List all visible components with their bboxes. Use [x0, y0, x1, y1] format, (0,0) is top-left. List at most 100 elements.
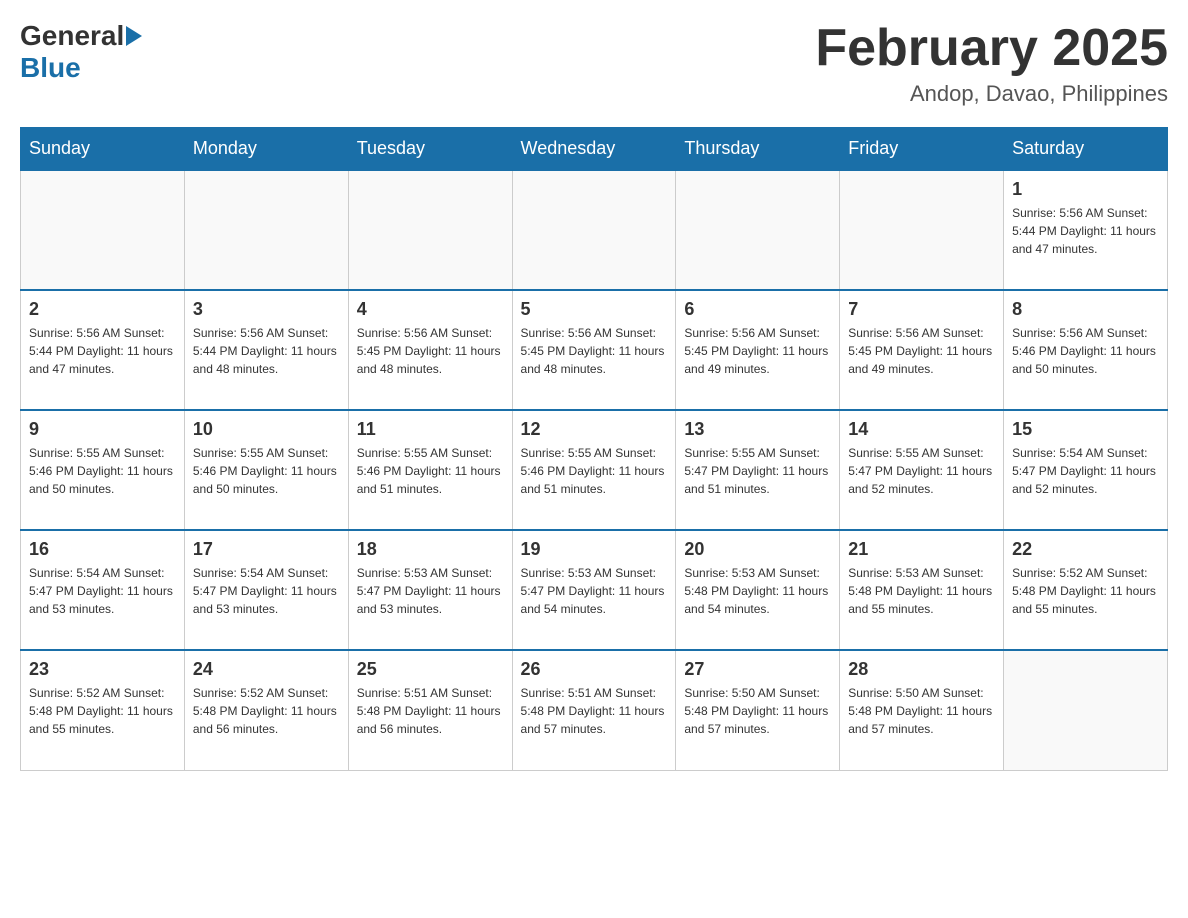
day-info: Sunrise: 5:56 AM Sunset: 5:44 PM Dayligh…: [29, 324, 176, 378]
calendar-cell: 11Sunrise: 5:55 AM Sunset: 5:46 PM Dayli…: [348, 410, 512, 530]
day-number: 2: [29, 299, 176, 320]
location-subtitle: Andop, Davao, Philippines: [815, 81, 1168, 107]
day-info: Sunrise: 5:54 AM Sunset: 5:47 PM Dayligh…: [29, 564, 176, 618]
header-row: SundayMondayTuesdayWednesdayThursdayFrid…: [21, 128, 1168, 171]
day-info: Sunrise: 5:53 AM Sunset: 5:47 PM Dayligh…: [521, 564, 668, 618]
calendar-cell: [676, 170, 840, 290]
day-of-week-header: Sunday: [21, 128, 185, 171]
day-number: 19: [521, 539, 668, 560]
day-number: 21: [848, 539, 995, 560]
day-number: 5: [521, 299, 668, 320]
day-number: 4: [357, 299, 504, 320]
page-header: General Blue February 2025 Andop, Davao,…: [20, 20, 1168, 107]
logo-general-text: General: [20, 20, 124, 52]
month-title: February 2025: [815, 20, 1168, 77]
day-number: 14: [848, 419, 995, 440]
week-row: 9 Sunrise: 5:55 AM Sunset: 5:46 PM Daylig…: [21, 410, 1168, 530]
day-info: Sunrise: 5:56 AM Sunset: 5:46 PM Dayligh…: [1012, 324, 1159, 378]
calendar-cell: 9 Sunrise: 5:55 AM Sunset: 5:46 PM Daylig…: [21, 410, 185, 530]
calendar-cell: 17 Sunrise: 5:54 AM Sunset: 5:47 PM Dayli…: [184, 530, 348, 650]
day-info: Sunrise: 5:53 AM Sunset: 5:47 PM Dayligh…: [357, 564, 504, 618]
day-info: Sunrise: 5:53 AM Sunset: 5:48 PM Dayligh…: [684, 564, 831, 618]
calendar-cell: 5 Sunrise: 5:56 AM Sunset: 5:45 PM Daylig…: [512, 290, 676, 410]
day-info: Sunrise: 5:52 AM Sunset: 5:48 PM Dayligh…: [1012, 564, 1159, 618]
day-info: Sunrise: 5:50 AM Sunset: 5:48 PM Dayligh…: [848, 684, 995, 738]
logo-blue-text: Blue: [20, 52, 81, 83]
calendar-cell: 15Sunrise: 5:54 AM Sunset: 5:47 PM Dayli…: [1004, 410, 1168, 530]
day-number: 7: [848, 299, 995, 320]
day-number: 24: [193, 659, 340, 680]
calendar-cell: 8 Sunrise: 5:56 AM Sunset: 5:46 PM Daylig…: [1004, 290, 1168, 410]
day-of-week-header: Monday: [184, 128, 348, 171]
day-info: Sunrise: 5:56 AM Sunset: 5:45 PM Dayligh…: [848, 324, 995, 378]
day-info: Sunrise: 5:52 AM Sunset: 5:48 PM Dayligh…: [29, 684, 176, 738]
day-of-week-header: Tuesday: [348, 128, 512, 171]
day-number: 12: [521, 419, 668, 440]
calendar-cell: 20 Sunrise: 5:53 AM Sunset: 5:48 PM Dayli…: [676, 530, 840, 650]
calendar-cell: 16Sunrise: 5:54 AM Sunset: 5:47 PM Dayli…: [21, 530, 185, 650]
day-info: Sunrise: 5:55 AM Sunset: 5:47 PM Dayligh…: [848, 444, 995, 498]
week-row: 23 Sunrise: 5:52 AM Sunset: 5:48 PM Dayli…: [21, 650, 1168, 770]
day-number: 11: [357, 419, 504, 440]
day-number: 28: [848, 659, 995, 680]
day-info: Sunrise: 5:54 AM Sunset: 5:47 PM Dayligh…: [193, 564, 340, 618]
day-info: Sunrise: 5:56 AM Sunset: 5:44 PM Dayligh…: [193, 324, 340, 378]
week-row: 1Sunrise: 5:56 AM Sunset: 5:44 PM Daylig…: [21, 170, 1168, 290]
week-row: 16Sunrise: 5:54 AM Sunset: 5:47 PM Dayli…: [21, 530, 1168, 650]
calendar-cell: [348, 170, 512, 290]
calendar-cell: 3 Sunrise: 5:56 AM Sunset: 5:44 PM Daylig…: [184, 290, 348, 410]
day-of-week-header: Saturday: [1004, 128, 1168, 171]
day-number: 23: [29, 659, 176, 680]
calendar-cell: 25 Sunrise: 5:51 AM Sunset: 5:48 PM Dayli…: [348, 650, 512, 770]
day-number: 22: [1012, 539, 1159, 560]
day-number: 6: [684, 299, 831, 320]
day-of-week-header: Wednesday: [512, 128, 676, 171]
calendar-cell: 6 Sunrise: 5:56 AM Sunset: 5:45 PM Daylig…: [676, 290, 840, 410]
day-info: Sunrise: 5:56 AM Sunset: 5:45 PM Dayligh…: [357, 324, 504, 378]
calendar-cell: 21 Sunrise: 5:53 AM Sunset: 5:48 PM Dayli…: [840, 530, 1004, 650]
day-info: Sunrise: 5:56 AM Sunset: 5:45 PM Dayligh…: [684, 324, 831, 378]
day-info: Sunrise: 5:55 AM Sunset: 5:46 PM Dayligh…: [29, 444, 176, 498]
day-number: 8: [1012, 299, 1159, 320]
day-of-week-header: Friday: [840, 128, 1004, 171]
day-info: Sunrise: 5:56 AM Sunset: 5:45 PM Dayligh…: [521, 324, 668, 378]
day-number: 27: [684, 659, 831, 680]
day-number: 10: [193, 419, 340, 440]
day-number: 13: [684, 419, 831, 440]
day-number: 20: [684, 539, 831, 560]
calendar-cell: 10 Sunrise: 5:55 AM Sunset: 5:46 PM Dayli…: [184, 410, 348, 530]
day-number: 17: [193, 539, 340, 560]
calendar-cell: 24 Sunrise: 5:52 AM Sunset: 5:48 PM Dayli…: [184, 650, 348, 770]
logo: General Blue: [20, 20, 144, 84]
calendar-cell: 7 Sunrise: 5:56 AM Sunset: 5:45 PM Daylig…: [840, 290, 1004, 410]
day-info: Sunrise: 5:55 AM Sunset: 5:47 PM Dayligh…: [684, 444, 831, 498]
calendar-cell: 4 Sunrise: 5:56 AM Sunset: 5:45 PM Daylig…: [348, 290, 512, 410]
day-number: 25: [357, 659, 504, 680]
calendar-cell: 12Sunrise: 5:55 AM Sunset: 5:46 PM Dayli…: [512, 410, 676, 530]
day-number: 18: [357, 539, 504, 560]
calendar-table: SundayMondayTuesdayWednesdayThursdayFrid…: [20, 127, 1168, 771]
calendar-cell: 23 Sunrise: 5:52 AM Sunset: 5:48 PM Dayli…: [21, 650, 185, 770]
calendar-cell: 19 Sunrise: 5:53 AM Sunset: 5:47 PM Dayli…: [512, 530, 676, 650]
day-info: Sunrise: 5:52 AM Sunset: 5:48 PM Dayligh…: [193, 684, 340, 738]
calendar-cell: 14 Sunrise: 5:55 AM Sunset: 5:47 PM Dayli…: [840, 410, 1004, 530]
calendar-cell: [184, 170, 348, 290]
calendar-cell: 27 Sunrise: 5:50 AM Sunset: 5:48 PM Dayli…: [676, 650, 840, 770]
day-info: Sunrise: 5:51 AM Sunset: 5:48 PM Dayligh…: [357, 684, 504, 738]
calendar-cell: 22 Sunrise: 5:52 AM Sunset: 5:48 PM Dayli…: [1004, 530, 1168, 650]
day-info: Sunrise: 5:50 AM Sunset: 5:48 PM Dayligh…: [684, 684, 831, 738]
calendar-cell: [1004, 650, 1168, 770]
day-number: 26: [521, 659, 668, 680]
day-info: Sunrise: 5:54 AM Sunset: 5:47 PM Dayligh…: [1012, 444, 1159, 498]
day-number: 9: [29, 419, 176, 440]
logo-arrow-icon: [126, 26, 142, 46]
calendar-cell: [840, 170, 1004, 290]
day-info: Sunrise: 5:53 AM Sunset: 5:48 PM Dayligh…: [848, 564, 995, 618]
day-info: Sunrise: 5:56 AM Sunset: 5:44 PM Dayligh…: [1012, 204, 1159, 258]
day-number: 3: [193, 299, 340, 320]
day-info: Sunrise: 5:55 AM Sunset: 5:46 PM Dayligh…: [193, 444, 340, 498]
calendar-cell: 1Sunrise: 5:56 AM Sunset: 5:44 PM Daylig…: [1004, 170, 1168, 290]
calendar-cell: 2 Sunrise: 5:56 AM Sunset: 5:44 PM Daylig…: [21, 290, 185, 410]
calendar-cell: [21, 170, 185, 290]
title-section: February 2025 Andop, Davao, Philippines: [815, 20, 1168, 107]
